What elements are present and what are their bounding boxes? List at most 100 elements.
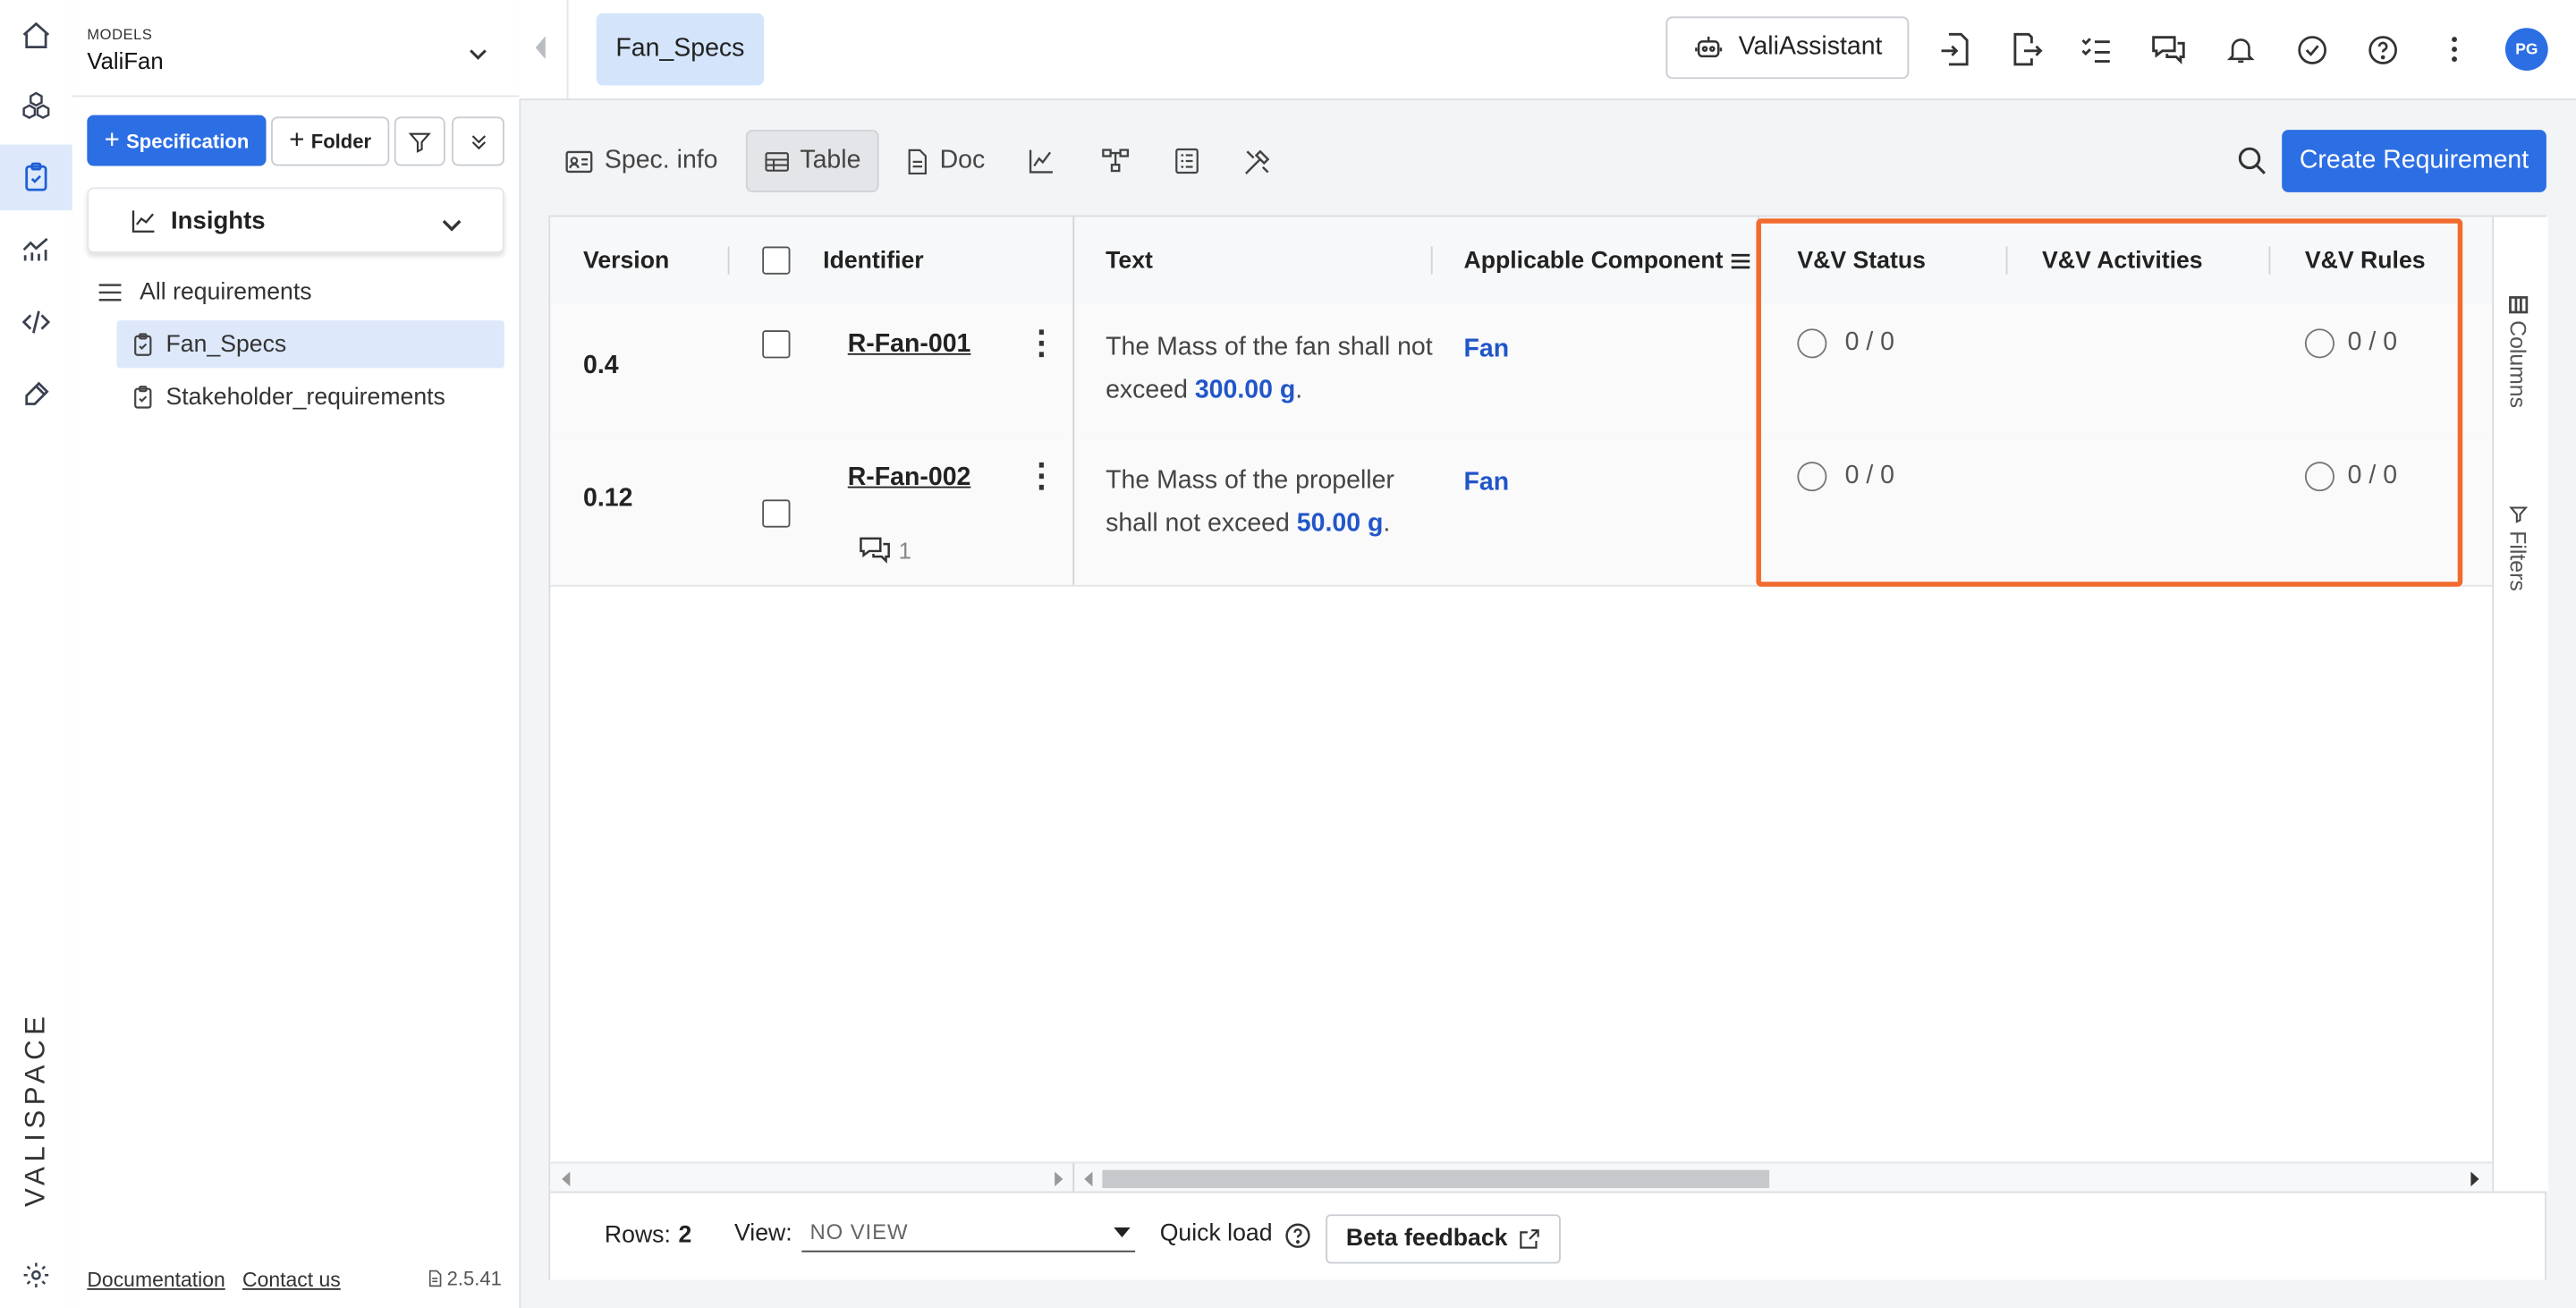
requirement-unit: g bbox=[1279, 376, 1296, 404]
tree-item-all-requirements[interactable]: All requirements bbox=[96, 273, 312, 312]
filters-panel-tab[interactable]: Filters bbox=[2505, 505, 2530, 591]
tab-fan-specs[interactable]: Fan_Specs bbox=[596, 13, 765, 86]
column-header-label: Applicable Component bbox=[1463, 247, 1724, 274]
rows-count: 2 bbox=[678, 1222, 692, 1249]
tree-item-fan-specs[interactable]: Fan_Specs bbox=[116, 320, 504, 369]
gear-icon[interactable] bbox=[0, 1243, 72, 1308]
collapse-all-button[interactable] bbox=[452, 116, 504, 166]
spec-info-button[interactable]: Spec. info bbox=[564, 130, 718, 192]
valiassistant-button[interactable]: ValiAssistant bbox=[1665, 16, 1910, 80]
plus-icon: + bbox=[289, 126, 305, 155]
model-name[interactable]: ValiFan bbox=[87, 47, 163, 73]
wrench-icon[interactable] bbox=[0, 361, 72, 427]
document-icon bbox=[428, 1270, 442, 1287]
row-checkbox[interactable] bbox=[762, 499, 791, 528]
filter-icon bbox=[408, 132, 431, 152]
cubes-icon[interactable] bbox=[0, 74, 72, 140]
horizontal-scrollbar[interactable] bbox=[550, 1161, 2493, 1193]
chevron-down-icon[interactable] bbox=[460, 39, 496, 69]
beta-feedback-button[interactable]: Beta feedback bbox=[1326, 1214, 1561, 1264]
identifier-link[interactable]: R-Fan-002 bbox=[848, 463, 971, 493]
comments-icon[interactable] bbox=[2148, 30, 2188, 69]
doc-view-button[interactable]: Doc bbox=[905, 130, 985, 192]
scroll-left-icon[interactable] bbox=[562, 1171, 572, 1187]
diagram-view-button[interactable] bbox=[1099, 130, 1132, 192]
check-circle-icon[interactable] bbox=[2292, 30, 2331, 69]
requirement-value[interactable]: 50.00 bbox=[1297, 509, 1360, 537]
add-specification-button[interactable]: + Specification bbox=[87, 115, 267, 166]
collapse-sidebar-icon[interactable] bbox=[532, 35, 548, 61]
requirement-text[interactable]: The Mass of the propeller shall not exce… bbox=[1106, 460, 1434, 546]
scroll-right-icon[interactable] bbox=[1053, 1171, 1063, 1187]
insights-panel[interactable]: Insights bbox=[87, 187, 504, 253]
robot-icon bbox=[1695, 36, 1723, 58]
analytics-icon[interactable] bbox=[0, 217, 72, 282]
tools-view-button[interactable] bbox=[1242, 130, 1274, 192]
clipboard-check-icon bbox=[134, 385, 152, 408]
code-icon[interactable] bbox=[0, 289, 72, 354]
table-view-button[interactable]: Table bbox=[745, 130, 879, 192]
scroll-left-icon[interactable] bbox=[1084, 1171, 1094, 1187]
scroll-right-icon[interactable] bbox=[2470, 1171, 2479, 1187]
insights-label: Insights bbox=[171, 207, 266, 235]
avatar[interactable]: PG bbox=[2504, 28, 2548, 71]
help-icon[interactable] bbox=[2362, 30, 2402, 69]
identifier-link[interactable]: R-Fan-001 bbox=[848, 330, 971, 360]
document-icon bbox=[908, 148, 928, 174]
table-footer: Rows: 2 View: NO VIEW Quick load Beta fe… bbox=[550, 1191, 2546, 1280]
component-link[interactable]: Fan bbox=[1463, 335, 1509, 365]
column-header-version[interactable]: Version bbox=[583, 217, 669, 303]
view-select-value: NO VIEW bbox=[809, 1219, 909, 1244]
column-header-identifier[interactable]: Identifier bbox=[823, 217, 923, 303]
clipboard-check-icon[interactable] bbox=[0, 144, 72, 211]
more-vertical-icon[interactable]: ⋮ bbox=[1025, 460, 1058, 493]
column-separator[interactable] bbox=[727, 246, 730, 275]
version-label: 2.5.41 bbox=[446, 1267, 502, 1290]
help-icon[interactable] bbox=[1283, 1221, 1312, 1251]
requirement-text-end: . bbox=[1383, 509, 1391, 538]
component-link[interactable]: Fan bbox=[1463, 468, 1509, 497]
filter-icon bbox=[2508, 506, 2528, 523]
chart-view-button[interactable] bbox=[1027, 130, 1056, 192]
requirement-value[interactable]: 300.00 bbox=[1195, 377, 1273, 404]
requirement-text[interactable]: The Mass of the fan shall not exceed 300… bbox=[1106, 327, 1434, 413]
id-card-icon bbox=[565, 149, 593, 173]
caret-down-icon bbox=[1114, 1227, 1131, 1238]
columns-icon bbox=[2508, 296, 2528, 314]
create-requirement-button[interactable]: Create Requirement bbox=[2282, 130, 2546, 192]
search-icon[interactable] bbox=[2236, 145, 2269, 178]
column-header-applicable-component[interactable]: Applicable Component bbox=[1463, 217, 1750, 303]
add-folder-label: Folder bbox=[310, 130, 372, 153]
column-separator[interactable] bbox=[1430, 246, 1433, 275]
view-select[interactable]: NO VIEW bbox=[801, 1214, 1136, 1253]
chevron-down-icon[interactable] bbox=[436, 208, 469, 242]
row-checkbox[interactable] bbox=[762, 330, 791, 359]
column-header-text[interactable]: Text bbox=[1106, 217, 1153, 303]
filter-button[interactable] bbox=[394, 116, 445, 166]
bell-icon[interactable] bbox=[2221, 30, 2260, 69]
import-icon[interactable] bbox=[1936, 30, 1975, 69]
contact-link[interactable]: Contact us bbox=[242, 1269, 341, 1292]
add-folder-button[interactable]: + Folder bbox=[271, 116, 390, 166]
checklist-view-button[interactable] bbox=[1173, 130, 1200, 192]
export-icon[interactable] bbox=[2006, 30, 2046, 69]
view-label: View: bbox=[734, 1220, 792, 1248]
chart-line-icon bbox=[130, 207, 157, 234]
more-vertical-icon[interactable] bbox=[2435, 30, 2474, 69]
more-vertical-icon[interactable]: ⋮ bbox=[1025, 327, 1058, 361]
top-bar: Fan_Specs ValiAssistant PG bbox=[519, 0, 2576, 101]
double-chevron-icon bbox=[470, 134, 486, 149]
columns-panel-tab[interactable]: Columns bbox=[2505, 296, 2530, 408]
tree-item-stakeholder-requirements[interactable]: Stakeholder_requirements bbox=[116, 373, 445, 420]
scroll-thumb[interactable] bbox=[1102, 1169, 1770, 1188]
comment-count[interactable]: 1 bbox=[858, 536, 911, 564]
checklist-icon[interactable] bbox=[2077, 30, 2116, 69]
select-all-checkbox[interactable] bbox=[762, 246, 791, 275]
tree-item-label: All requirements bbox=[140, 279, 312, 306]
documentation-link[interactable]: Documentation bbox=[87, 1269, 225, 1292]
valiassistant-label: ValiAssistant bbox=[1738, 32, 1883, 61]
requirement-unit: g bbox=[1367, 509, 1384, 538]
version-badge: 2.5.41 bbox=[426, 1267, 502, 1290]
table-view-label: Table bbox=[800, 146, 861, 174]
home-icon[interactable] bbox=[0, 4, 72, 69]
